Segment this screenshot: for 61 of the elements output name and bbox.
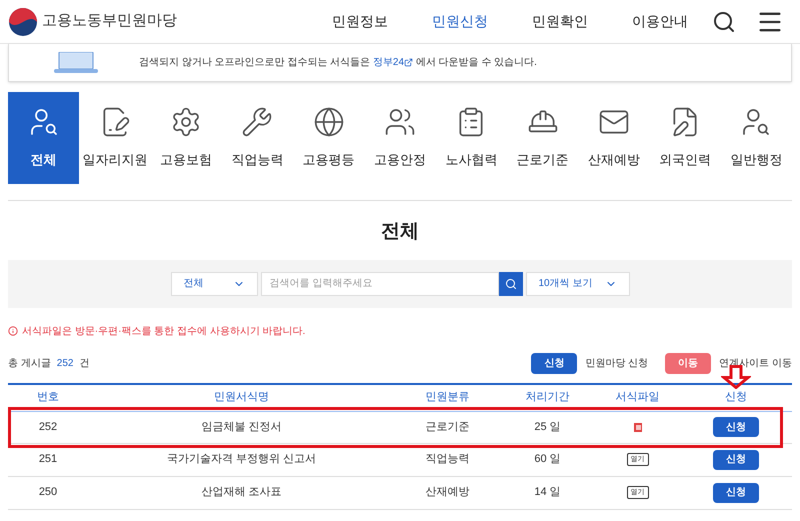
total-count: 252: [56, 357, 74, 371]
apply-button[interactable]: 신청: [713, 417, 759, 437]
category-tab[interactable]: 고용평등: [293, 92, 364, 184]
nav-link[interactable]: 민원확인: [510, 11, 610, 32]
table-cell-text: 25 일: [534, 420, 561, 435]
category-tab[interactable]: 일자리지원: [79, 92, 151, 184]
table-cell[interactable]: 산업재해 조사표: [201, 484, 282, 501]
table-cell[interactable]: 임금체불 진정서: [201, 418, 282, 436]
table-cell-text: 252: [38, 420, 58, 435]
total-label: 총 게시글: [8, 357, 51, 371]
category-tab[interactable]: 일반행정: [720, 92, 792, 184]
search-button[interactable]: [498, 272, 522, 296]
column-header: 민원분류: [426, 390, 470, 406]
nav-link[interactable]: 민원정보: [310, 11, 410, 32]
file-icon[interactable]: [632, 422, 642, 432]
total-unit: 건: [79, 357, 90, 371]
search-icon: [504, 278, 516, 290]
category-tab[interactable]: 고용안정: [364, 92, 436, 184]
table-cell-text: 60 일: [534, 452, 561, 468]
category-tab[interactable]: 외국인력: [649, 92, 721, 184]
table-cell-text: 직업능력: [426, 452, 470, 468]
table-cell-text: 251: [38, 452, 58, 468]
column-header: 민원서식명: [214, 390, 269, 406]
section-title: 전체: [380, 220, 420, 244]
logo-icon: [8, 6, 38, 36]
category-tab[interactable]: 고용보험: [150, 92, 222, 184]
table-cell-text: 250: [38, 485, 58, 500]
apply-button[interactable]: 신청: [713, 450, 759, 470]
table-cell-text: 근로기준: [426, 420, 470, 435]
nav-link[interactable]: 이용안내: [610, 11, 710, 32]
category-tab[interactable]: 산재예방: [578, 92, 650, 184]
table-cell-text: 14 일: [534, 485, 561, 500]
column-header: 처리기간: [526, 390, 570, 406]
category-select[interactable]: 전체: [170, 272, 258, 296]
legend-text: 민원마당 신청: [585, 357, 648, 371]
category-tab[interactable]: 근로기준: [506, 92, 578, 184]
nav-link[interactable]: 민원신청: [410, 11, 510, 32]
apply-button[interactable]: 신청: [713, 482, 759, 502]
warning-text: 서식파일은 방문·우편·팩스를 통한 접수에 사용하시기 바랍니다.: [22, 324, 306, 338]
legend-badge: 이동: [665, 353, 712, 374]
column-header: 서식파일: [616, 390, 660, 406]
category-tab[interactable]: 전체: [8, 92, 80, 184]
category-tab[interactable]: 노사협력: [436, 92, 507, 184]
laptop-icon: [51, 52, 101, 74]
external-link-icon: [404, 58, 414, 67]
notice-text: 검색되지 않거나 오프라인으로만 접수되는 서식들은 정부24 에서 다운받을 수 있습니다.: [139, 55, 537, 70]
search-field[interactable]: 검색어를 입력해주세요: [260, 272, 498, 296]
category-tab[interactable]: 직업능력: [222, 92, 294, 184]
page-size-select[interactable]: 10개씩 보기: [526, 272, 630, 296]
column-header: 신청: [725, 390, 747, 406]
info-icon: [8, 326, 18, 336]
wrench-icon: [241, 106, 274, 138]
column-header: 번호: [37, 390, 59, 406]
legend-text: 연계사이트 이동: [719, 357, 792, 371]
table-cell[interactable]: 국가기술자격 부정행위 신고서: [166, 451, 316, 468]
table-cell-text: 산재예방: [426, 485, 470, 500]
globe-icon: [312, 106, 345, 138]
site-logo-text[interactable]: 고용노동부민원마당: [42, 10, 177, 33]
search-icon[interactable]: [712, 10, 736, 34]
legend-badge: 신청: [531, 353, 578, 374]
gov24-link[interactable]: 정부24: [372, 55, 414, 70]
